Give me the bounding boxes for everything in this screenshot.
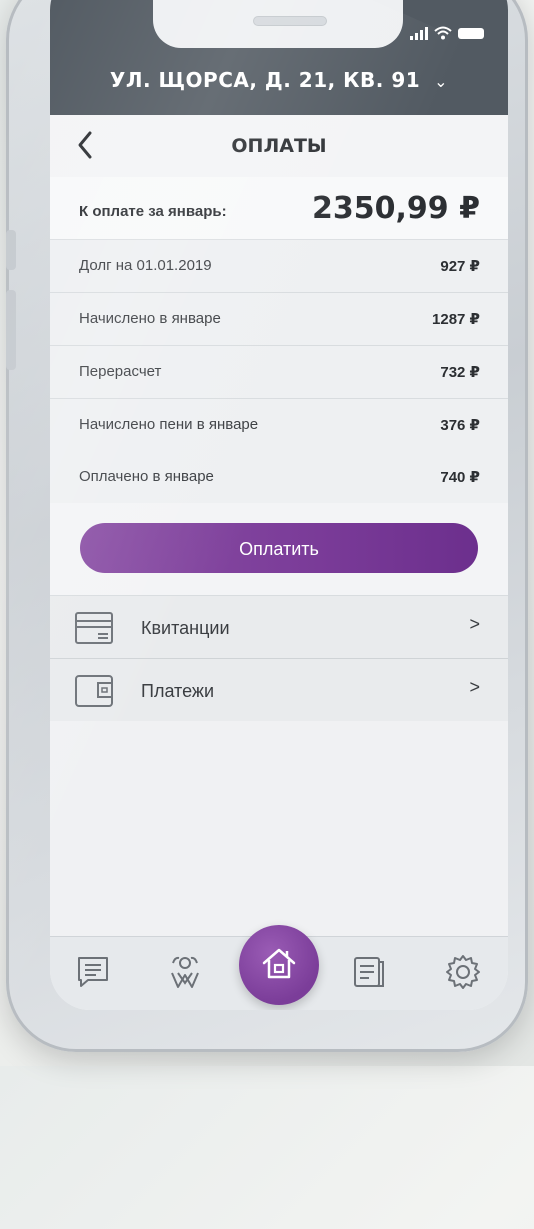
- row-label: Перерасчет: [79, 363, 162, 380]
- detail-row: Начислено в январе 1287 ₽: [50, 293, 508, 346]
- side-button: [6, 290, 16, 370]
- row-value: 376 ₽: [440, 417, 480, 434]
- battery-icon: [458, 28, 484, 39]
- row-value: 1287 ₽: [432, 311, 480, 328]
- row-label: Начислено в январе: [79, 310, 221, 327]
- signal-icon: [410, 27, 428, 40]
- notch: [153, 0, 403, 48]
- page-header: ОПЛАТЫ: [50, 115, 508, 178]
- detail-row: Перерасчет 732 ₽: [50, 346, 508, 399]
- menu-item-payments[interactable]: Платежи >: [50, 659, 508, 722]
- phone-frame: УЛ. ЩОРСА, Д. 21, КВ. 91 ⌄ ОПЛАТЫ К оплат…: [6, 0, 528, 1052]
- menu-label: Квитанции: [141, 618, 230, 638]
- menu-label: Платежи: [141, 681, 215, 701]
- empty-area: [50, 721, 508, 936]
- payment-summary: К оплате за январь: 2350,99 ₽: [50, 177, 508, 240]
- row-label: Долг на 01.01.2019: [79, 257, 212, 274]
- pay-section: Оплатить: [50, 503, 508, 596]
- menu-item-receipts[interactable]: Квитанции >: [50, 596, 508, 659]
- settings-icon[interactable]: [444, 953, 482, 991]
- chevron-right-icon: >: [469, 614, 480, 634]
- address-text: УЛ. ЩОРСА, Д. 21, КВ. 91: [109, 68, 421, 92]
- summary-amount: 2350,99 ₽: [312, 191, 480, 226]
- page-title: ОПЛАТЫ: [231, 135, 327, 157]
- chevron-right-icon: >: [469, 677, 480, 697]
- speaker: [253, 16, 327, 26]
- summary-label: К оплате за январь:: [79, 203, 227, 220]
- chevron-down-icon: ⌄: [434, 72, 449, 91]
- row-value: 740 ₽: [440, 469, 480, 486]
- documents-icon[interactable]: [350, 953, 388, 991]
- side-button: [6, 230, 16, 270]
- phone-screen: УЛ. ЩОРСА, Д. 21, КВ. 91 ⌄ ОПЛАТЫ К оплат…: [50, 0, 508, 1010]
- home-icon: [262, 948, 296, 979]
- pay-button[interactable]: Оплатить: [80, 523, 478, 573]
- wallet-icon: [75, 675, 113, 707]
- address-bar: УЛ. ЩОРСА, Д. 21, КВ. 91 ⌄: [50, 0, 508, 115]
- row-label: Оплачено в январе: [79, 468, 214, 485]
- wifi-icon: [434, 26, 452, 40]
- detail-row: Долг на 01.01.2019 927 ₽: [50, 240, 508, 293]
- row-value: 927 ₽: [440, 258, 480, 275]
- detail-row: Начислено пени в январе 376 ₽: [50, 399, 508, 452]
- tab-bar: [50, 925, 508, 1010]
- address-selector[interactable]: УЛ. ЩОРСА, Д. 21, КВ. 91 ⌄: [50, 68, 508, 92]
- community-icon[interactable]: [166, 953, 204, 991]
- receipt-icon: [75, 612, 113, 644]
- home-button[interactable]: [239, 925, 319, 1005]
- chat-icon[interactable]: [74, 953, 112, 991]
- row-value: 732 ₽: [440, 364, 480, 381]
- system-status-icons: [410, 26, 484, 40]
- detail-row: Оплачено в январе 740 ₽: [50, 451, 508, 504]
- row-label: Начислено пени в январе: [79, 416, 259, 433]
